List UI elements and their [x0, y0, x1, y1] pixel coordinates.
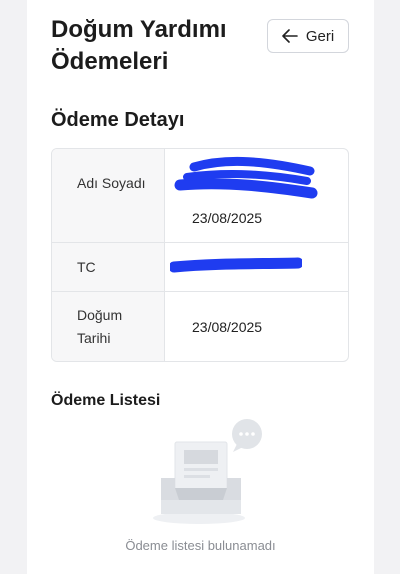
detail-value-birth-date: 23/08/2025	[192, 319, 263, 335]
detail-row-tc: TC	[52, 243, 348, 292]
payment-list-title: Ödeme Listesi	[51, 392, 161, 409]
detail-label-name: Adı Soyadı	[77, 175, 146, 191]
detail-row-birth-date: Doğum Tarihi 23/08/2025	[52, 292, 348, 361]
back-button-label: Geri	[305, 27, 335, 45]
arrow-left-icon	[282, 29, 298, 43]
detail-section-title: Ödeme Detayı	[51, 109, 185, 131]
detail-label-birth-date: Doğum Tarihi	[77, 307, 123, 346]
empty-list-message: Ödeme listesi bulunamadı	[125, 538, 276, 553]
payment-detail-table: Adı Soyadı 23/08/2025 TC Doğum Tarihi 23…	[51, 148, 349, 362]
tc-redaction	[170, 257, 302, 273]
name-redaction	[174, 156, 318, 199]
empty-inbox-icon	[151, 418, 271, 528]
detail-row-name: Adı Soyadı 23/08/2025	[52, 149, 348, 243]
main-card: Doğum Yardımı Ödemeleri Geri Ödeme Detay…	[27, 0, 374, 574]
detail-value-name: 23/08/2025	[192, 210, 263, 226]
page-title: Doğum Yardımı Ödemeleri	[51, 16, 227, 75]
detail-label-tc: TC	[77, 259, 96, 275]
back-button[interactable]: Geri	[267, 19, 349, 53]
